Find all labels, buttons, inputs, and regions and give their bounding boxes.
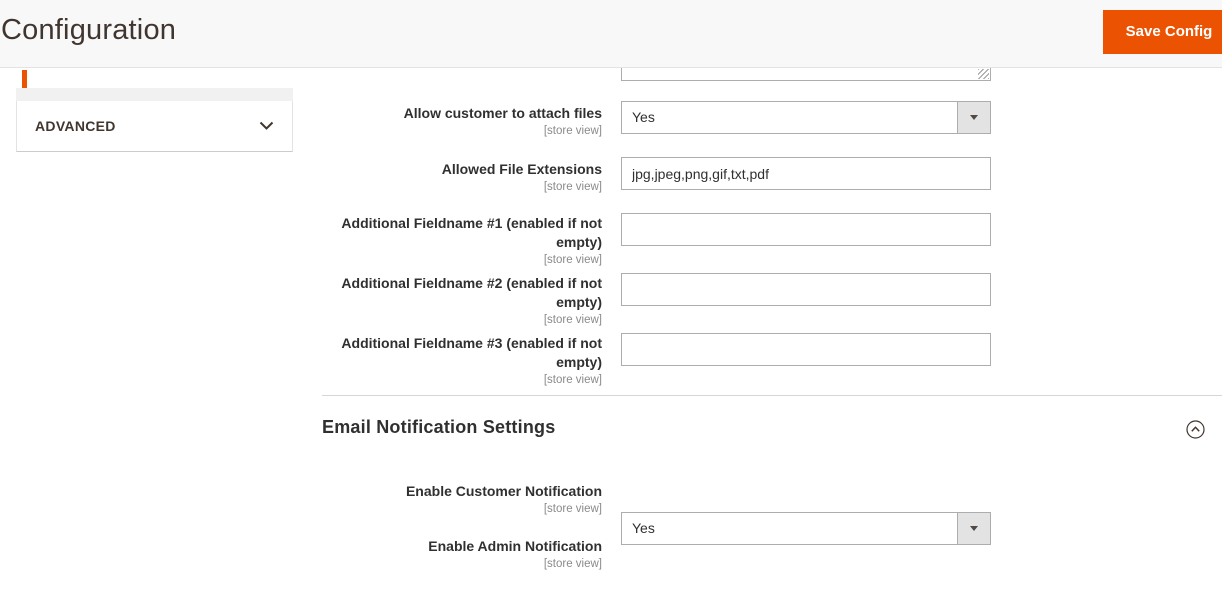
sidebar-item-advanced[interactable]: ADVANCED <box>16 101 293 152</box>
page-header: Configuration Save Config <box>0 0 1222 68</box>
dropdown-arrow-icon <box>970 526 978 531</box>
sidebar-item-label: ADVANCED <box>35 118 116 134</box>
section-divider <box>322 395 1222 396</box>
scope-label: [store view] <box>543 181 602 193</box>
field-label-block: Allowed File Extensions [store view] <box>320 160 602 195</box>
field-label-block: Additional Fieldname #2 (enabled if not … <box>320 274 602 328</box>
field-label-block: Additional Fieldname #1 (enabled if not … <box>320 214 602 268</box>
dropdown-arrow-button[interactable] <box>957 102 990 133</box>
field-label: Enable Admin Notification <box>428 538 602 554</box>
chevron-down-icon <box>259 121 274 130</box>
dropdown-arrow-button[interactable] <box>957 513 990 544</box>
select-value: Yes <box>632 109 655 125</box>
sidebar-section-strip <box>16 88 293 101</box>
field-label-block: Additional Fieldname #3 (enabled if not … <box>320 334 602 388</box>
field-label-block: Allow customer to attach files [store vi… <box>320 104 602 139</box>
scope-label: [store view] <box>543 558 602 570</box>
dropdown-arrow-icon <box>970 115 978 120</box>
active-section-marker <box>22 70 27 88</box>
configuration-page: Allow customer to attach files [store vi… <box>0 0 1222 589</box>
field-label: Additional Fieldname #3 (enabled if not … <box>341 335 602 370</box>
scope-label: [store view] <box>543 254 602 266</box>
scope-label: [store view] <box>543 374 602 386</box>
additional-fieldname-2-input[interactable] <box>621 273 991 306</box>
field-label: Additional Fieldname #2 (enabled if not … <box>341 275 602 310</box>
scope-label: [store view] <box>543 503 602 515</box>
additional-fieldname-3-input[interactable] <box>621 333 991 366</box>
scope-label: [store view] <box>543 314 602 326</box>
allowed-file-extensions-input[interactable] <box>621 157 991 190</box>
section-collapse-button[interactable] <box>1185 420 1205 440</box>
field-label-block: Enable Admin Notification [store view] <box>320 537 602 572</box>
field-label-block: Enable Customer Notification [store view… <box>320 482 602 517</box>
page-title: Configuration <box>1 14 177 46</box>
field-label: Allow customer to attach files <box>403 105 602 121</box>
select-value: Yes <box>632 520 655 536</box>
field-label: Enable Customer Notification <box>405 483 602 499</box>
scope-label: [store view] <box>543 125 602 137</box>
additional-fieldname-1-input[interactable] <box>621 213 991 246</box>
resize-handle-icon[interactable] <box>978 69 989 79</box>
chevron-up-circle-icon <box>1185 420 1205 439</box>
field-label: Additional Fieldname #1 (enabled if not … <box>341 215 602 250</box>
enable-customer-notification-select[interactable]: Yes <box>621 512 991 545</box>
field-label: Allowed File Extensions <box>441 161 602 177</box>
save-config-button[interactable]: Save Config <box>1103 10 1222 54</box>
email-notification-section-title: Email Notification Settings <box>322 417 556 437</box>
allow-attach-files-select[interactable]: Yes <box>621 101 991 134</box>
